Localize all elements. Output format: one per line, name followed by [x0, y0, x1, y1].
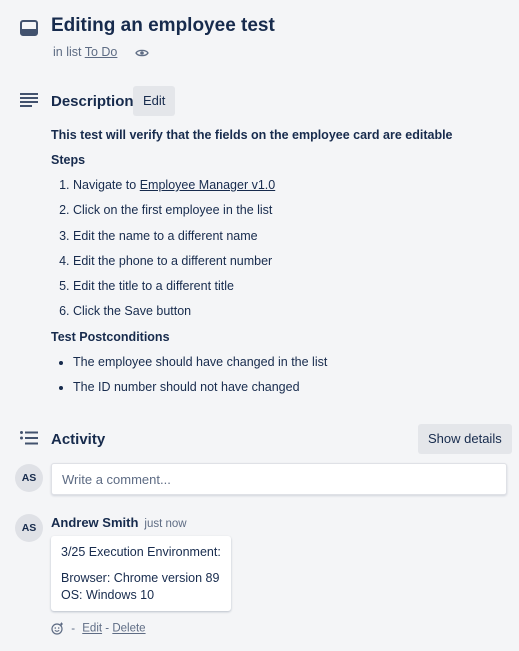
postconditions-list: The employee should have changed in the … — [51, 352, 511, 403]
comment-line: OS: Windows 10 — [61, 588, 155, 602]
in-list-prefix: in list — [53, 45, 82, 59]
postcondition-item: The employee should have changed in the … — [73, 352, 511, 377]
step-item: Edit the title to a different title — [73, 276, 511, 301]
card-icon — [20, 20, 38, 36]
edit-comment-link[interactable]: Edit — [82, 623, 102, 635]
separator: - — [71, 622, 76, 635]
activity-title: Activity — [51, 431, 106, 448]
step-item: Edit the name to a different name — [73, 226, 511, 251]
step-item: Click the Save button — [73, 301, 511, 326]
description-icon — [20, 93, 38, 107]
activity-icon — [20, 431, 38, 445]
postcondition-item: The ID number should not have changed — [73, 377, 511, 402]
comment-line: 3/25 Execution Environment: — [61, 545, 221, 559]
delete-comment-link[interactable]: Delete — [112, 623, 145, 635]
description-body: This test will verify that the fields on… — [51, 125, 511, 402]
comment-author[interactable]: Andrew Smith — [51, 515, 138, 530]
description-title: Description — [51, 93, 134, 110]
show-details-button[interactable]: Show details — [418, 424, 512, 454]
comment-time[interactable]: just now — [144, 518, 186, 530]
list-link[interactable]: To Do — [85, 45, 118, 59]
step-item: Edit the phone to a different number — [73, 251, 511, 276]
comment-body: 3/25 Execution Environment: Browser: Chr… — [51, 536, 231, 611]
step-item: Click on the first employee in the list — [73, 200, 511, 225]
comment-avatar[interactable]: AS — [15, 514, 43, 542]
avatar[interactable]: AS — [15, 464, 43, 492]
comment-input[interactable] — [51, 463, 507, 495]
eye-icon[interactable] — [135, 48, 149, 58]
steps-heading: Steps — [51, 153, 86, 167]
description-lead: This test will verify that the fields on… — [51, 128, 453, 142]
reaction-icon[interactable] — [51, 622, 64, 635]
separator: - — [105, 622, 110, 635]
step-1-prefix: Navigate to — [73, 178, 137, 192]
list-info: in list To Do — [53, 45, 149, 59]
comment-line: Browser: Chrome version 89 — [61, 571, 220, 585]
card-title: Editing an employee test — [51, 15, 275, 36]
edit-description-button[interactable]: Edit — [133, 86, 176, 116]
step-item: Navigate to Employee Manager v1.0 — [73, 175, 511, 200]
comment-header: Andrew Smith just now — [51, 515, 187, 530]
comment-actions: - Edit - Delete — [51, 622, 146, 635]
steps-list: Navigate to Employee Manager v1.0 Click … — [51, 175, 511, 327]
employee-manager-link[interactable]: Employee Manager v1.0 — [140, 178, 276, 192]
postconditions-heading: Test Postconditions — [51, 329, 170, 344]
